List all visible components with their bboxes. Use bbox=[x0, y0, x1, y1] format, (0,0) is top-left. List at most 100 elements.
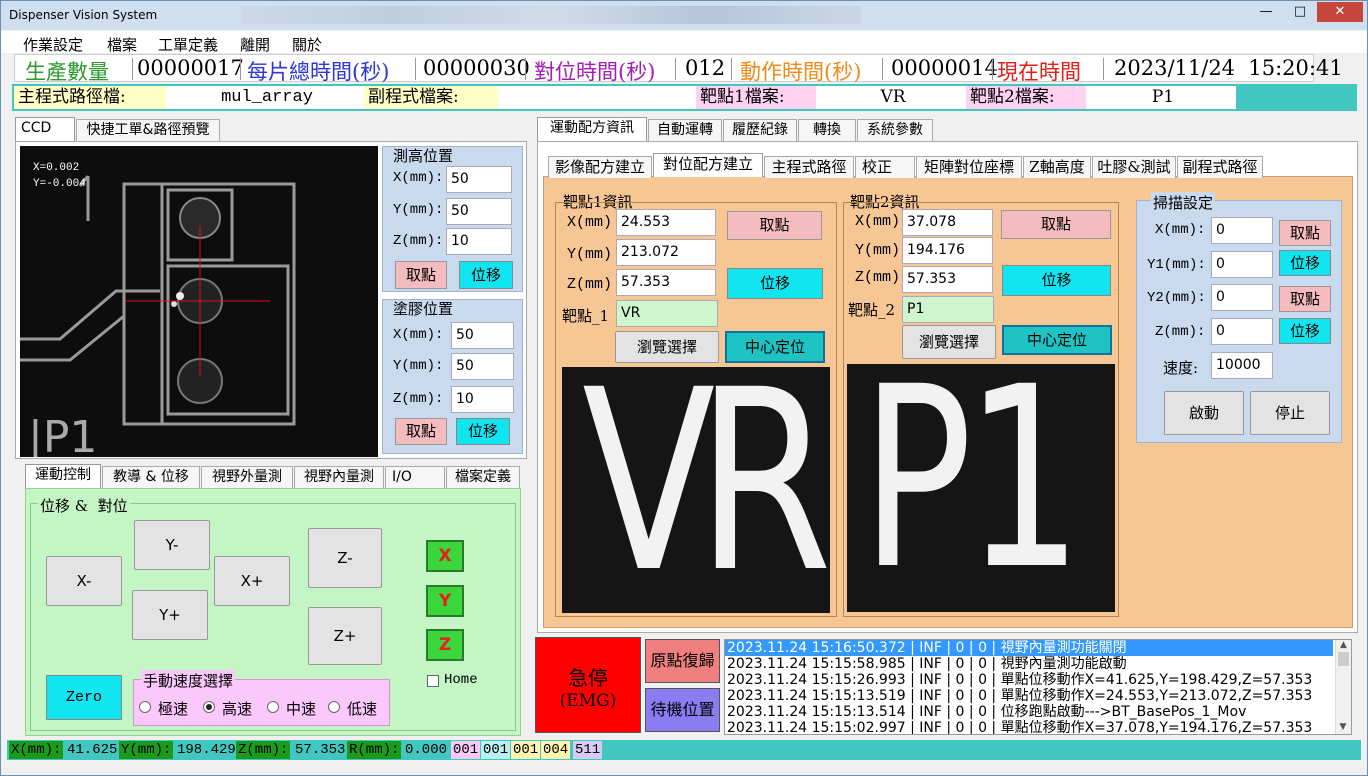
scan-speed-input[interactable]: 10000 bbox=[1211, 352, 1273, 379]
log-line[interactable]: 2023.11.24 15:15:13.519 | INF | 0 | 0 | … bbox=[725, 688, 1351, 704]
target2-x-input[interactable]: 37.078 bbox=[902, 209, 993, 236]
target1-pick-button[interactable]: 取點 bbox=[727, 211, 822, 240]
tab-motion-recipe[interactable]: 運動配方資訊 bbox=[537, 117, 647, 141]
target2-center-button[interactable]: 中心定位 bbox=[1002, 325, 1112, 355]
speed-label-max: 極速 bbox=[158, 700, 189, 718]
y-minus-button[interactable]: Y- bbox=[134, 520, 210, 570]
scan-y2-pick-button[interactable]: 取點 bbox=[1279, 286, 1331, 312]
z-axis-indicator[interactable]: Z bbox=[426, 629, 464, 661]
menu-item-exit[interactable]: 離開 bbox=[240, 34, 270, 55]
scan-x-input[interactable]: 0 bbox=[1211, 217, 1273, 244]
scan-z-input[interactable]: 0 bbox=[1211, 318, 1273, 345]
tab-history[interactable]: 履歷紀錄 bbox=[723, 119, 797, 141]
glue-move-button[interactable]: 位移 bbox=[456, 418, 510, 445]
tab-system-params[interactable]: 系統參數 bbox=[857, 119, 933, 141]
target1-browse-button[interactable]: 瀏覽選擇 bbox=[615, 331, 719, 363]
menu-item-about[interactable]: 關於 bbox=[292, 34, 322, 55]
scan-x-pick-button[interactable]: 取點 bbox=[1279, 220, 1331, 246]
speed-radio-low[interactable] bbox=[328, 701, 340, 713]
z-plus-button[interactable]: Z+ bbox=[308, 607, 382, 665]
glue-z-input[interactable]: 10 bbox=[451, 386, 514, 413]
x-axis-indicator[interactable]: X bbox=[426, 540, 464, 572]
tab-convert[interactable]: 轉換 bbox=[798, 119, 856, 141]
x-plus-button[interactable]: X+ bbox=[214, 556, 290, 606]
tab-ccd[interactable]: CCD bbox=[15, 117, 75, 141]
target1-y-input[interactable]: 213.072 bbox=[616, 239, 716, 266]
scan-y1-input[interactable]: 0 bbox=[1211, 251, 1273, 278]
glue-y-input[interactable]: 50 bbox=[451, 353, 514, 380]
target1-name-input[interactable]: VR bbox=[616, 300, 718, 327]
tab-z-height[interactable]: Z軸高度 bbox=[1023, 156, 1091, 178]
tab-image-recipe[interactable]: 影像配方建立 bbox=[548, 156, 652, 178]
target2-y-input[interactable]: 194.176 bbox=[902, 237, 993, 264]
target1-center-button[interactable]: 中心定位 bbox=[725, 331, 825, 363]
target1-z-input[interactable]: 57.353 bbox=[616, 269, 716, 296]
target1-x-input[interactable]: 24.553 bbox=[616, 209, 716, 236]
menu-item-settings[interactable]: 作業設定 bbox=[23, 34, 83, 55]
target2-pick-button[interactable]: 取點 bbox=[1001, 210, 1111, 239]
log-line[interactable]: 2023.11.24 15:15:02.997 | INF | 0 | 0 | … bbox=[725, 720, 1351, 734]
speed-radio-high[interactable] bbox=[203, 701, 215, 713]
scan-y1-move-button[interactable]: 位移 bbox=[1279, 250, 1331, 276]
log-line[interactable]: 2023.11.24 15:15:58.985 | INF | 0 | 0 | … bbox=[725, 656, 1351, 672]
target2-move-button[interactable]: 位移 bbox=[1002, 265, 1111, 296]
close-button[interactable]: ✕ bbox=[1317, 2, 1363, 22]
measure-pick-button[interactable]: 取點 bbox=[395, 261, 447, 289]
y-plus-button[interactable]: Y+ bbox=[132, 590, 208, 640]
glue-pick-button[interactable]: 取點 bbox=[395, 418, 447, 445]
standby-position-button[interactable]: 待機位置 bbox=[645, 688, 720, 732]
log-scrollbar[interactable]: ▲ ▼ bbox=[1335, 640, 1351, 734]
menu-item-workorder[interactable]: 工單定義 bbox=[158, 34, 218, 55]
tab-quick-workorder[interactable]: 快捷工單&路徑預覽 bbox=[76, 119, 220, 141]
tab-matrix-align[interactable]: 矩陣對位座標 bbox=[916, 156, 1022, 178]
tab-dispense-test[interactable]: 吐膠&測試 bbox=[1092, 156, 1176, 178]
speed-radio-max[interactable] bbox=[139, 701, 151, 713]
measure-z-input[interactable]: 10 bbox=[446, 228, 512, 255]
scan-y2-input[interactable]: 0 bbox=[1211, 284, 1273, 311]
tab-calibration[interactable]: 校正 bbox=[855, 156, 915, 178]
target2-name-input[interactable]: P1 bbox=[902, 296, 994, 323]
tab-outside-measure[interactable]: 視野外量測 bbox=[201, 466, 293, 488]
scroll-down-icon[interactable]: ▼ bbox=[1336, 722, 1350, 732]
speed-radio-medium[interactable] bbox=[267, 701, 279, 713]
target1-y-label: Y(mm) bbox=[567, 246, 613, 263]
scan-stop-button[interactable]: 停止 bbox=[1250, 391, 1330, 435]
tab-io[interactable]: I/O bbox=[385, 466, 445, 488]
tab-sub-path[interactable]: 副程式路徑 bbox=[1177, 156, 1263, 178]
target1-move-button[interactable]: 位移 bbox=[727, 268, 823, 299]
tab-inside-measure[interactable]: 視野內量測 bbox=[294, 466, 384, 488]
tab-main-path[interactable]: 主程式路徑 bbox=[764, 156, 854, 178]
zero-button[interactable]: Zero bbox=[46, 675, 122, 720]
home-checkbox[interactable] bbox=[427, 675, 439, 687]
maximize-button[interactable]: □ bbox=[1283, 2, 1317, 22]
target2-browse-button[interactable]: 瀏覽選擇 bbox=[902, 325, 996, 359]
target2-z-input[interactable]: 57.353 bbox=[902, 266, 993, 293]
minimize-button[interactable]: — bbox=[1249, 2, 1283, 22]
glue-x-input[interactable]: 50 bbox=[451, 322, 514, 349]
measure-move-button[interactable]: 位移 bbox=[459, 261, 513, 289]
tab-auto-run[interactable]: 自動運轉 bbox=[648, 119, 722, 141]
action-time-label: 動作時間(秒) bbox=[740, 60, 862, 84]
target2-image-text: P1 bbox=[861, 364, 1083, 612]
scroll-up-icon[interactable]: ▲ bbox=[1336, 640, 1351, 650]
x-minus-button[interactable]: X- bbox=[46, 556, 122, 606]
scan-start-button[interactable]: 啟動 bbox=[1164, 391, 1244, 435]
menu-item-file[interactable]: 檔案 bbox=[107, 34, 137, 55]
log-line[interactable]: 2023.11.24 15:15:13.514 | INF | 0 | 0 | … bbox=[725, 704, 1351, 720]
emg-button[interactable]: 急停 (EMG) bbox=[535, 637, 641, 733]
tab-motion-control[interactable]: 運動控制 bbox=[25, 464, 101, 488]
tab-align-recipe[interactable]: 對位配方建立 bbox=[653, 153, 763, 177]
z-minus-button[interactable]: Z- bbox=[308, 528, 382, 588]
log-line[interactable]: 2023.11.24 15:15:26.993 | INF | 0 | 0 | … bbox=[725, 672, 1351, 688]
status-z-value: 57.353 bbox=[295, 742, 346, 758]
measure-x-input[interactable]: 50 bbox=[446, 166, 512, 193]
tab-teach-move[interactable]: 教導 & 位移 bbox=[102, 466, 200, 488]
measure-y-input[interactable]: 50 bbox=[446, 198, 512, 225]
home-return-button[interactable]: 原點復歸 bbox=[645, 639, 720, 683]
scroll-thumb[interactable] bbox=[1338, 652, 1349, 666]
y-axis-indicator[interactable]: Y bbox=[426, 585, 464, 617]
log-line[interactable]: 2023.11.24 15:16:50.372 | INF | 0 | 0 | … bbox=[725, 640, 1333, 656]
log-list[interactable]: 2023.11.24 15:16:50.372 | INF | 0 | 0 | … bbox=[724, 639, 1352, 735]
scan-z-move-button[interactable]: 位移 bbox=[1279, 318, 1331, 344]
tab-file-definition[interactable]: 檔案定義 bbox=[446, 466, 520, 488]
